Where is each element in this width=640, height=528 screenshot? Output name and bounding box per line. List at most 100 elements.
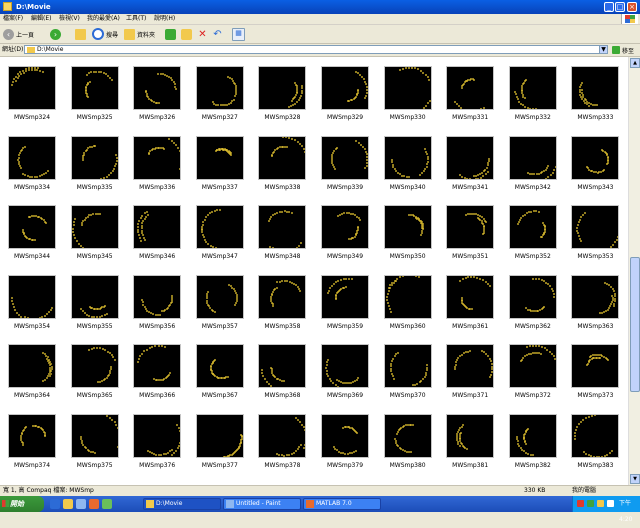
file-item[interactable]: MWSmp376 <box>125 408 185 474</box>
task-explorer[interactable]: D:\Movie <box>143 498 221 510</box>
title-bar[interactable]: D:\Movie _ □ × <box>0 0 640 14</box>
quicklaunch-media-icon[interactable] <box>89 499 99 509</box>
file-item[interactable]: MWSmp358 <box>250 269 310 335</box>
file-item[interactable]: MWSmp363 <box>563 269 623 335</box>
file-item[interactable]: MWSmp368 <box>250 338 310 404</box>
file-item[interactable]: MWSmp356 <box>125 269 185 335</box>
file-item[interactable]: MWSmp345 <box>63 199 123 265</box>
file-item[interactable]: MWSmp327 <box>188 60 248 126</box>
file-item[interactable]: MWSmp334 <box>0 130 60 196</box>
folders-button[interactable]: 資料夾 <box>124 27 155 41</box>
scroll-down-button[interactable]: ▼ <box>630 474 640 484</box>
task-paint[interactable]: Untitled - Paint <box>223 498 301 510</box>
scroll-thumb[interactable] <box>630 257 640 392</box>
file-item[interactable]: MWSmp366 <box>125 338 185 404</box>
file-item[interactable]: MWSmp361 <box>438 269 498 335</box>
scroll-up-button[interactable]: ▲ <box>630 58 640 68</box>
file-item[interactable]: MWSmp335 <box>63 130 123 196</box>
file-item[interactable]: MWSmp353 <box>563 199 623 265</box>
file-item[interactable]: MWSmp378 <box>250 408 310 474</box>
file-item[interactable]: MWSmp377 <box>188 408 248 474</box>
file-item[interactable]: MWSmp357 <box>188 269 248 335</box>
file-item[interactable]: MWSmp337 <box>188 130 248 196</box>
go-button[interactable]: 移至 <box>612 45 636 55</box>
menu-tools[interactable]: 工具(T) <box>126 15 146 23</box>
file-item[interactable]: MWSmp375 <box>63 408 123 474</box>
file-item[interactable]: MWSmp344 <box>0 199 60 265</box>
menu-view[interactable]: 檢視(V) <box>59 15 80 23</box>
file-item[interactable]: MWSmp380 <box>376 408 436 474</box>
tray-icon[interactable] <box>577 500 584 507</box>
delete-button[interactable]: ✕ <box>197 27 210 41</box>
undo-button[interactable]: ↶ <box>212 27 225 41</box>
back-button[interactable]: ‹ 上一頁 <box>3 27 34 41</box>
menu-favorites[interactable]: 我的最愛(A) <box>87 15 120 23</box>
up-folder-button[interactable] <box>75 27 88 41</box>
file-item[interactable]: MWSmp360 <box>376 269 436 335</box>
file-item[interactable]: MWSmp350 <box>376 199 436 265</box>
copy-to-button[interactable] <box>181 27 194 41</box>
file-item[interactable]: MWSmp343 <box>563 130 623 196</box>
file-item[interactable]: MWSmp338 <box>250 130 310 196</box>
file-item[interactable]: MWSmp371 <box>438 338 498 404</box>
file-item[interactable]: MWSmp325 <box>63 60 123 126</box>
file-item[interactable]: MWSmp367 <box>188 338 248 404</box>
file-item[interactable]: MWSmp379 <box>313 408 373 474</box>
file-item[interactable]: MWSmp364 <box>0 338 60 404</box>
file-item[interactable]: MWSmp333 <box>563 60 623 126</box>
file-item[interactable]: MWSmp342 <box>501 130 561 196</box>
file-item[interactable]: MWSmp340 <box>376 130 436 196</box>
file-item[interactable]: MWSmp370 <box>376 338 436 404</box>
file-thumbnail-grid[interactable]: MWSmp324MWSmp325MWSmp326MWSmp327MWSmp328… <box>0 57 628 485</box>
quicklaunch-desktop-icon[interactable] <box>76 499 86 509</box>
file-item[interactable]: MWSmp354 <box>0 269 60 335</box>
address-input[interactable]: D:\Movie <box>24 45 600 54</box>
menu-file[interactable]: 檔案(F) <box>3 15 23 23</box>
file-item[interactable]: MWSmp365 <box>63 338 123 404</box>
vertical-scrollbar[interactable]: ▲ ▼ <box>628 57 640 485</box>
forward-button[interactable]: › <box>50 27 63 41</box>
file-item[interactable]: MWSmp347 <box>188 199 248 265</box>
file-item[interactable]: MWSmp352 <box>501 199 561 265</box>
file-item[interactable]: MWSmp369 <box>313 338 373 404</box>
quicklaunch-ie-icon[interactable] <box>50 499 60 509</box>
tray-icon[interactable] <box>587 500 594 507</box>
file-item[interactable]: MWSmp374 <box>0 408 60 474</box>
file-item[interactable]: MWSmp383 <box>563 408 623 474</box>
maximize-button[interactable]: □ <box>615 2 625 12</box>
file-item[interactable]: MWSmp328 <box>250 60 310 126</box>
quicklaunch-app-icon[interactable] <box>102 499 112 509</box>
file-item[interactable]: MWSmp341 <box>438 130 498 196</box>
quicklaunch-folder-icon[interactable] <box>63 499 73 509</box>
file-item[interactable]: MWSmp326 <box>125 60 185 126</box>
file-item[interactable]: MWSmp362 <box>501 269 561 335</box>
file-item[interactable]: MWSmp349 <box>313 199 373 265</box>
tray-icon[interactable] <box>607 500 614 507</box>
file-item[interactable]: MWSmp348 <box>250 199 310 265</box>
search-button[interactable]: 搜尋 <box>92 27 118 41</box>
file-item[interactable]: MWSmp331 <box>438 60 498 126</box>
start-button[interactable]: 開始 <box>0 496 44 512</box>
menu-help[interactable]: 說明(H) <box>154 15 175 23</box>
file-item[interactable]: MWSmp336 <box>125 130 185 196</box>
file-item[interactable]: MWSmp359 <box>313 269 373 335</box>
minimize-button[interactable]: _ <box>604 2 614 12</box>
move-to-button[interactable] <box>165 27 178 41</box>
file-item[interactable]: MWSmp372 <box>501 338 561 404</box>
views-button[interactable]: ▦ <box>232 27 247 41</box>
file-item[interactable]: MWSmp330 <box>376 60 436 126</box>
tray-icon[interactable] <box>597 500 604 507</box>
file-item[interactable]: MWSmp329 <box>313 60 373 126</box>
task-matlab[interactable]: MATLAB 7.0 <box>303 498 381 510</box>
address-dropdown-button[interactable]: ▼ <box>599 45 608 54</box>
file-item[interactable]: MWSmp373 <box>563 338 623 404</box>
file-item[interactable]: MWSmp346 <box>125 199 185 265</box>
file-item[interactable]: MWSmp339 <box>313 130 373 196</box>
file-item[interactable]: MWSmp351 <box>438 199 498 265</box>
menu-edit[interactable]: 編輯(E) <box>31 15 51 23</box>
file-item[interactable]: MWSmp332 <box>501 60 561 126</box>
file-item[interactable]: MWSmp382 <box>501 408 561 474</box>
file-item[interactable]: MWSmp355 <box>63 269 123 335</box>
file-item[interactable]: MWSmp381 <box>438 408 498 474</box>
file-item[interactable]: MWSmp324 <box>0 60 60 126</box>
